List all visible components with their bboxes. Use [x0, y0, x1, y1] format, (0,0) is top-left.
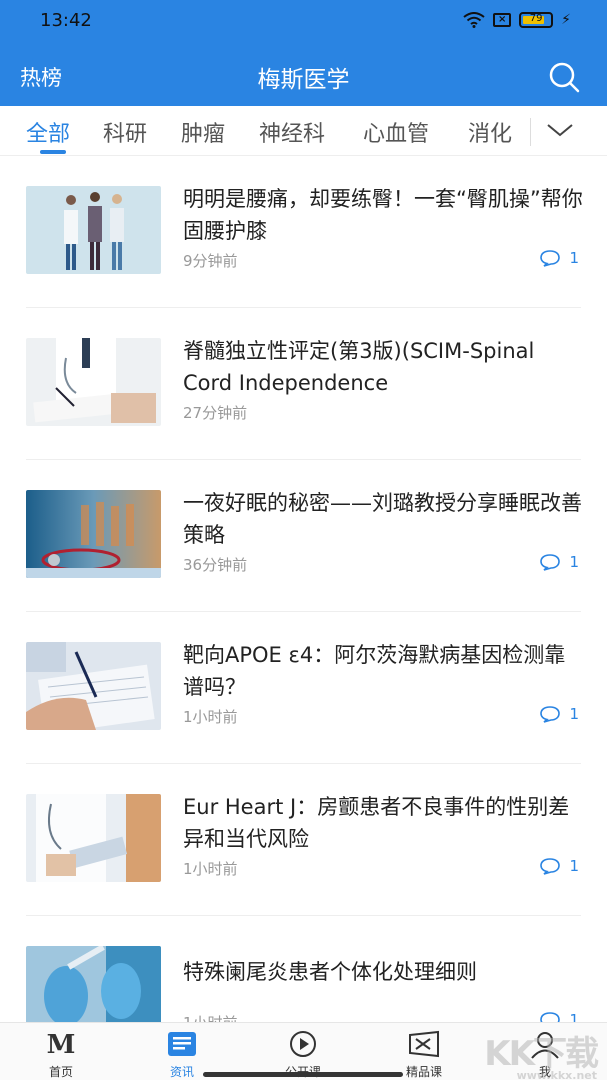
article-thumbnail [26, 794, 161, 882]
status-time: 13:42 [40, 10, 92, 31]
comment-icon [540, 554, 561, 571]
article-time: 36分钟前 [183, 556, 248, 574]
status-bar: 13:42 × 79 ⚡ [0, 0, 607, 44]
comment-icon [540, 858, 561, 875]
page-title: 梅斯医学 [257, 67, 350, 93]
nav-home[interactable]: M 首页 [11, 1023, 111, 1080]
news-feed: 明明是腰痛，却要练臀！一套“臀肌操”帮你固腰护膝 9分钟前 1 脊髓独立性评定(… [0, 156, 607, 1022]
list-item[interactable]: Eur Heart J：房颤患者不良事件的性别差异和当代风险 1小时前 1 [0, 764, 607, 916]
list-item[interactable]: 脊髓独立性评定(第3版)(SCIM-Spinal Cord Independen… [0, 308, 607, 460]
news-icon [168, 1032, 196, 1056]
list-item[interactable]: 一夜好眠的秘密——刘璐教授分享睡眠改善策略 36分钟前 1 [0, 460, 607, 612]
svg-text:M: M [47, 1030, 76, 1059]
nav-label: 首页 [48, 1065, 73, 1079]
comment-icon [540, 706, 561, 723]
comment-count-value: 1 [569, 1011, 579, 1022]
wifi-icon [463, 12, 485, 28]
article-thumbnail [26, 642, 161, 730]
article-time: 1小时前 [183, 860, 238, 878]
comment-count[interactable]: 1 [539, 553, 579, 571]
article-thumbnail [26, 186, 161, 274]
battery-icon: 79 [519, 12, 554, 28]
article-title: 特殊阑尾炎患者个体化处理细则 [183, 960, 477, 984]
comment-count[interactable]: 1 [539, 705, 579, 723]
article-thumbnail [26, 338, 161, 426]
sim-icon: × [493, 13, 512, 27]
tab-research[interactable]: 科研 [103, 116, 147, 148]
play-icon [290, 1031, 316, 1057]
charging-icon: ⚡ [561, 12, 571, 28]
comment-count[interactable]: 1 [539, 857, 579, 875]
tab-cardiology[interactable]: 心血管 [363, 116, 429, 148]
comment-count-value: 1 [569, 857, 579, 875]
article-time: 27分钟前 [183, 404, 248, 422]
tab-all[interactable]: 全部 [26, 116, 70, 148]
article-thumbnail [26, 490, 161, 578]
comment-icon [540, 1012, 561, 1022]
search-icon[interactable] [547, 60, 581, 94]
list-item[interactable]: 明明是腰痛，却要练臀！一套“臀肌操”帮你固腰护膝 9分钟前 1 [0, 156, 607, 308]
comment-count-value: 1 [569, 249, 579, 267]
tab-neurology[interactable]: 神经科 [259, 116, 325, 148]
article-time: 9分钟前 [183, 252, 238, 270]
tab-oncology[interactable]: 肿瘤 [181, 116, 225, 148]
m-logo-icon: M [47, 1030, 76, 1059]
watermark: KK下载 www.kkx.net [484, 1026, 599, 1080]
list-item[interactable]: 靶向APOE ε4：阿尔茨海默病基因检测靠谱吗？ 1小时前 1 [0, 612, 607, 764]
article-title: 靶向APOE ε4：阿尔茨海默病基因检测靠谱吗？ [183, 643, 566, 699]
status-icons: × 79 ⚡ [463, 12, 571, 28]
ticket-icon [409, 1030, 439, 1058]
article-time: 1小时前 [183, 708, 238, 726]
tab-digestive[interactable]: 消化 [468, 116, 512, 148]
comment-count-value: 1 [569, 705, 579, 723]
chevron-down-icon[interactable] [545, 119, 575, 141]
home-indicator[interactable] [203, 1072, 403, 1077]
article-thumbnail [26, 946, 161, 1022]
active-tab-indicator [40, 150, 66, 154]
app-bar: 热榜 梅斯医学 [0, 44, 607, 106]
list-item[interactable]: 特殊阑尾炎患者个体化处理细则 1小时前 1 [0, 916, 607, 1022]
article-time: 1小时前 [183, 1012, 238, 1022]
article-title: 一夜好眠的秘密——刘璐教授分享睡眠改善策略 [183, 491, 582, 547]
comment-count-value: 1 [569, 553, 579, 571]
category-tabs: 全部 科研 肿瘤 神经科 心血管 消化 [0, 106, 607, 156]
article-title: 明明是腰痛，却要练臀！一套“臀肌操”帮你固腰护膝 [183, 187, 583, 243]
comment-icon [540, 250, 561, 267]
comment-count[interactable]: 1 [539, 249, 579, 267]
watermark-text: KK下载 [484, 1034, 599, 1074]
header: 13:42 × 79 ⚡ 热榜 梅斯医学 [0, 0, 607, 106]
tab-divider [530, 118, 531, 146]
article-title: Eur Heart J：房颤患者不良事件的性别差异和当代风险 [183, 795, 570, 851]
battery-level: 79 [529, 13, 543, 24]
article-title: 脊髓独立性评定(第3版)(SCIM-Spinal Cord Independen… [183, 339, 535, 395]
comment-count[interactable]: 1 [539, 1011, 579, 1022]
